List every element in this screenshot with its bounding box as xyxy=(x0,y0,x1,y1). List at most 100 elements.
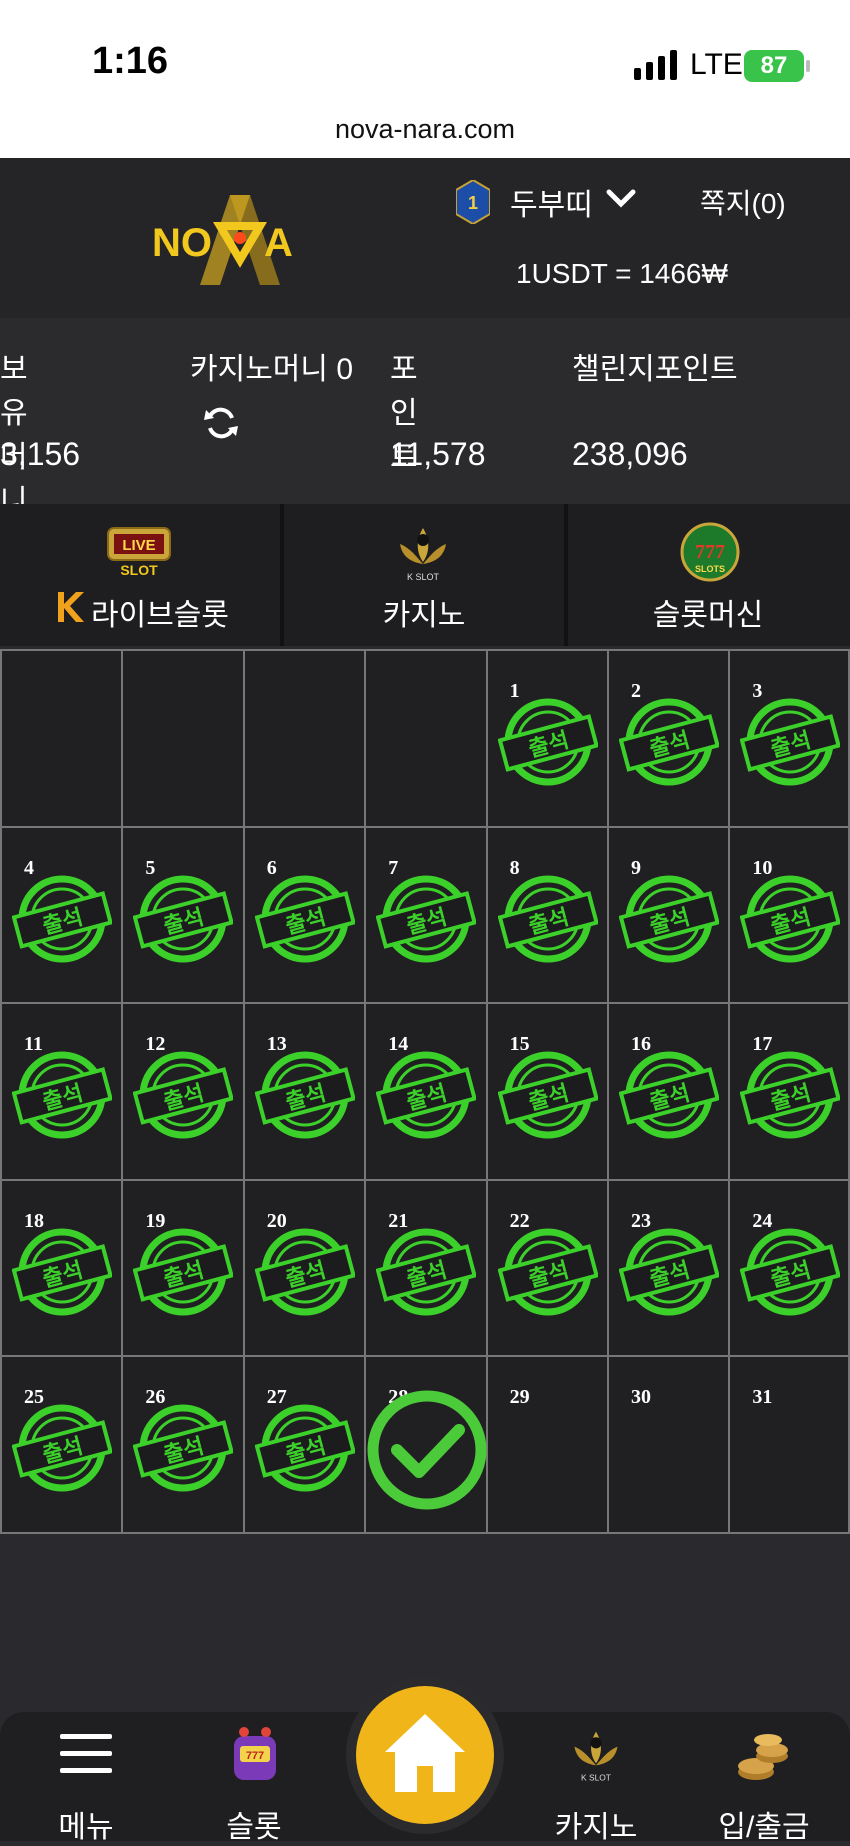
status-time: 1:16 xyxy=(92,40,169,82)
calendar-day-cell: 6 출석 xyxy=(243,827,363,1002)
category-live-slot[interactable]: LIVE SLOT 라이브슬롯 xyxy=(0,504,280,646)
refresh-icon[interactable] xyxy=(202,404,240,442)
nav-label: 메뉴 xyxy=(58,1811,114,1844)
category-label: 라이브슬롯 xyxy=(91,599,229,632)
attendance-stamp-icon: 출석 xyxy=(254,1228,355,1315)
svg-text:A: A xyxy=(264,221,293,265)
attendance-stamp-icon: 출석 xyxy=(12,1051,112,1139)
calendar-day-cell: 9 출석 xyxy=(607,827,727,1002)
calendar-day-cell: 21 출석 xyxy=(364,1180,484,1355)
svg-text:NO: NO xyxy=(152,221,212,265)
attendance-stamp-icon: 출석 xyxy=(12,1404,112,1492)
attendance-stamp-icon: 출석 xyxy=(740,1051,841,1139)
day-number: 30 xyxy=(631,1386,651,1408)
category-label: 카지노 xyxy=(382,599,466,632)
username[interactable]: 두부띠 xyxy=(510,180,593,224)
signal-icon xyxy=(634,50,677,80)
category-casino[interactable]: K SLOT 카지노 xyxy=(284,504,564,646)
nav-menu[interactable]: 메뉴 xyxy=(16,1712,156,1844)
calendar-day-cell: 17 출석 xyxy=(728,1003,848,1178)
calendar-day-cell: 11 출석 xyxy=(0,1003,120,1178)
nav-label: 입/출금 xyxy=(718,1811,810,1844)
home-icon xyxy=(385,1714,465,1792)
calendar-day-cell: 16 출석 xyxy=(607,1003,727,1178)
calendar-day-cell: 14 출석 xyxy=(364,1003,484,1178)
challenge-points-label: 챌린지포인트 xyxy=(572,353,738,386)
home-button[interactable] xyxy=(356,1686,494,1824)
calendar-day-cell: 15 출석 xyxy=(486,1003,606,1178)
calendar-day-cell: 5 출석 xyxy=(121,827,241,1002)
casino-lotus-icon: K SLOT xyxy=(400,528,446,582)
chevron-down-icon[interactable] xyxy=(606,188,636,210)
attendance-stamp-icon: 출석 xyxy=(133,875,234,962)
calendar-day-cell: 12 출석 xyxy=(121,1003,241,1178)
attendance-stamp-icon: 출석 xyxy=(376,875,477,962)
nav-label: 슬롯 xyxy=(226,1811,282,1844)
menu-icon xyxy=(60,1734,112,1773)
coins-icon xyxy=(738,1734,788,1780)
calendar-day-cell: 3 출석 xyxy=(728,650,848,825)
slot-machine-icon: 777 SLOTS xyxy=(680,522,740,582)
level-badge-icon: 1 xyxy=(456,180,490,224)
calendar-day-cell: 20 출석 xyxy=(243,1180,363,1355)
attendance-stamp-icon: 출석 xyxy=(254,1051,355,1139)
calendar-day-cell: 19 출석 xyxy=(121,1180,241,1355)
battery-level: 87 xyxy=(760,52,788,79)
nav-deposit-withdraw[interactable]: 입/출금 xyxy=(694,1712,834,1844)
calendar-day-cell: 25 출석 xyxy=(0,1356,120,1531)
attendance-stamp-icon: 출석 xyxy=(254,875,355,962)
attendance-stamp-icon: 출석 xyxy=(133,1228,234,1315)
calendar-day-cell: 22 출석 xyxy=(486,1180,606,1355)
attendance-stamp-icon: 출석 xyxy=(254,1404,355,1492)
battery-icon: 87 xyxy=(744,50,804,82)
svg-text:777: 777 xyxy=(246,1750,264,1762)
casino-lotus-nav-icon: K SLOT xyxy=(574,1731,618,1782)
slot-machine-nav-icon: 777 xyxy=(234,1727,276,1780)
calendar-day-cell: 2 출석 xyxy=(607,650,727,825)
svg-text:K SLOT: K SLOT xyxy=(407,572,440,582)
holding-money-value: 3,156 xyxy=(0,436,81,472)
attendance-stamp-icon: 출석 xyxy=(619,875,719,962)
calendar-day-cell: 13 출석 xyxy=(243,1003,363,1178)
attendance-stamp-icon: 출석 xyxy=(133,1404,234,1492)
nav-casino[interactable]: K SLOT 카지노 xyxy=(526,1712,666,1844)
svg-text:SLOT: SLOT xyxy=(120,562,158,578)
attendance-stamp-icon: 출석 xyxy=(497,698,598,786)
svg-text:LIVE: LIVE xyxy=(122,537,155,554)
attendance-stamp-icon: 출석 xyxy=(619,1228,719,1315)
calendar-day-cell: 7 출석 xyxy=(364,827,484,1002)
calendar-day-cell: 27 출석 xyxy=(243,1356,363,1531)
nav-label: 카지노 xyxy=(554,1811,638,1844)
attendance-stamp-icon: 출석 xyxy=(740,1228,841,1315)
attendance-stamp-icon: 출석 xyxy=(376,1228,477,1315)
network-type: LTE xyxy=(690,48,743,81)
attendance-stamp-icon: 출석 xyxy=(497,875,598,962)
battery-tip xyxy=(806,60,810,72)
calendar-day-cell: 28 xyxy=(364,1356,487,1531)
nav-slot[interactable]: 777 슬롯 xyxy=(184,1712,324,1844)
attendance-stamp-icon: 출석 xyxy=(740,875,841,962)
calendar-day-cell: 18 출석 xyxy=(0,1180,120,1355)
attendance-stamp-icon: 출석 xyxy=(497,1051,598,1139)
casino-money-label: 카지노머니 0 xyxy=(190,353,354,386)
category-slot-machine[interactable]: 777 SLOTS 슬롯머신 xyxy=(568,504,848,646)
calendar-day-cell: 4 출석 xyxy=(0,827,120,1002)
points-value: 11,578 xyxy=(390,436,486,472)
attendance-stamp-icon: 출석 xyxy=(740,698,841,786)
calendar-day-cell: 1 출석 xyxy=(486,650,606,825)
svg-text:K SLOT: K SLOT xyxy=(581,1772,611,1782)
calendar-day-cell: 10 출석 xyxy=(728,827,848,1002)
attendance-stamp-icon: 출석 xyxy=(497,1228,598,1315)
url-bar[interactable]: nova-nara.com xyxy=(0,100,850,158)
attendance-stamp-icon: 출석 xyxy=(619,1051,719,1139)
calendar-day-cell: 31 xyxy=(728,1356,848,1531)
calendar-day-cell: 24 출석 xyxy=(728,1180,848,1355)
calendar-day-cell: 23 출석 xyxy=(607,1180,727,1355)
messages-link[interactable]: 쪽지(0) xyxy=(700,182,786,222)
svg-text:SLOTS: SLOTS xyxy=(695,564,725,574)
day-number: 29 xyxy=(509,1386,530,1408)
attendance-stamp-icon: 출석 xyxy=(619,698,719,786)
exchange-rate: 1USDT = 1466₩ xyxy=(516,258,728,289)
nova-logo[interactable]: NO A xyxy=(150,190,330,290)
holding-money-label: 보유머니 xyxy=(0,353,28,518)
